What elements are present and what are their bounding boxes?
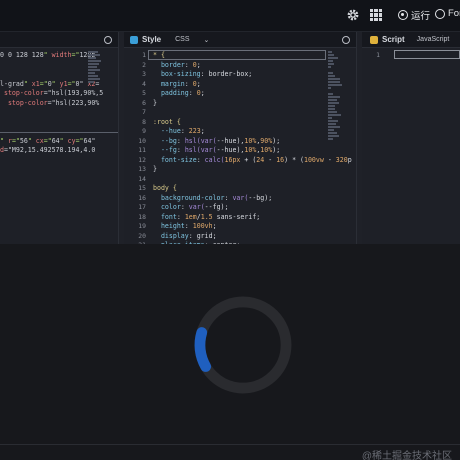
css-line-number: 18 <box>138 212 146 221</box>
css-code-line: color: var(--fg); <box>160 203 229 211</box>
js-language-label: JavaScript <box>416 36 450 43</box>
progress-ring <box>194 296 292 394</box>
css-code-line: --fg: hsl(var(--hue),10%,10%); <box>160 146 281 154</box>
html-minimap[interactable] <box>88 51 102 239</box>
css-code-line: body { <box>153 184 177 192</box>
html-editor-pane[interactable]: 0 0 128 128" width="128p l-grad" x1="0" … <box>0 32 118 244</box>
html-pane-settings-icon[interactable] <box>104 36 112 44</box>
layout-grid-icon[interactable] <box>370 9 382 21</box>
status-bar: @稀土掘金技术社区 <box>0 444 460 460</box>
css-pane-settings-icon[interactable] <box>342 36 350 44</box>
css-line-number: 16 <box>138 193 146 202</box>
watermark: @稀土掘金技术社区 <box>361 451 452 460</box>
css-code-line: padding: 0; <box>160 89 205 97</box>
js-editor-pane[interactable]: Script JavaScript 1 <box>362 32 460 244</box>
js-badge-icon <box>370 35 378 44</box>
progress-ring-track <box>194 296 292 394</box>
css-line-number: 4 <box>142 79 146 88</box>
js-pane-header: Script JavaScript <box>362 32 460 48</box>
js-language-select[interactable]: JavaScript <box>417 36 450 43</box>
css-code-line <box>153 108 352 118</box>
css-pane-header: Style CSS ⌄ <box>124 32 356 48</box>
css-line-number: 1 <box>142 51 146 59</box>
css-line-number: 17 <box>138 203 146 211</box>
css-line-number: 3 <box>142 70 146 78</box>
css-line-number: 7 <box>142 108 146 116</box>
run-icon <box>398 10 408 20</box>
css-code-line: border: 0; <box>160 60 201 69</box>
run-button[interactable]: 运行 <box>398 8 430 22</box>
editor-area: 0 0 128 128" width="128p l-grad" x1="0" … <box>0 32 460 259</box>
css-code-line: height: 100vh; <box>160 222 217 230</box>
css-badge-icon <box>130 35 138 44</box>
css-line-number: 6 <box>142 98 146 107</box>
css-line-number: 19 <box>138 222 146 230</box>
css-code-text[interactable]: * { border: 0; box-sizing: border-box; m… <box>153 51 352 260</box>
css-code-line: --hue: 223; <box>160 127 205 135</box>
pane-divider[interactable] <box>356 32 357 244</box>
css-code-line: :root { <box>153 117 181 126</box>
css-code-line: * { <box>153 51 165 59</box>
js-line-number: 1 <box>376 51 380 59</box>
preview-panel <box>0 244 460 444</box>
css-code-line: } <box>153 165 157 173</box>
css-code-line: font: 1em/1.5 sans-serif; <box>160 212 261 221</box>
css-code-line: display: grid; <box>160 231 217 240</box>
format-button[interactable]: Format <box>435 8 460 19</box>
css-line-numbers: 12345678910111213141516171819202122 <box>124 51 146 260</box>
css-line-number: 10 <box>138 136 146 145</box>
progress-ring-arc <box>194 296 292 394</box>
css-line-number: 20 <box>138 231 146 240</box>
css-language-select[interactable]: CSS ⌄ <box>175 36 209 44</box>
css-code-line: --bg: hsl(var(--hue),10%,90%); <box>160 136 281 145</box>
css-line-number: 2 <box>142 60 146 69</box>
html-pane-header <box>0 32 118 48</box>
css-line-number: 9 <box>142 127 146 135</box>
pane-divider[interactable] <box>118 32 119 244</box>
css-pane-title: Style <box>142 35 162 44</box>
run-label: 运行 <box>411 11 431 22</box>
css-editor-pane[interactable]: Style CSS ⌄ 1 2 3 4 5 6 7 8 9 10 11 12 13 14 15 16 17 18 1… <box>124 32 356 259</box>
css-code-line: font-size: calc(16px + (24 - 16) * (100v… <box>160 155 352 164</box>
css-line-number: 5 <box>142 89 146 97</box>
css-code-line: } <box>153 98 157 107</box>
settings-gear-icon[interactable] <box>346 8 360 22</box>
css-code-line <box>153 175 352 185</box>
css-code-line: background-color: var(--bg); <box>160 193 273 202</box>
css-line-number: 8 <box>142 117 146 126</box>
top-toolbar: 运行 Format <box>0 0 460 32</box>
css-code-line: margin: 0; <box>160 79 201 88</box>
format-icon <box>435 8 445 19</box>
css-line-number: 14 <box>138 174 146 183</box>
js-line-numbers: 1 <box>362 51 380 61</box>
js-active-line[interactable] <box>394 50 460 59</box>
js-pane-title: Script <box>382 35 405 44</box>
css-line-number: 12 <box>138 155 146 164</box>
css-code-line: box-sizing: border-box; <box>160 70 253 78</box>
chevron-down-icon: ⌄ <box>203 36 210 44</box>
css-language-label: CSS <box>175 36 190 43</box>
css-line-number: 15 <box>138 184 146 192</box>
css-line-number: 13 <box>138 165 146 173</box>
css-line-number: 11 <box>138 146 146 154</box>
format-label: Format <box>448 8 460 19</box>
css-minimap[interactable] <box>328 51 342 239</box>
